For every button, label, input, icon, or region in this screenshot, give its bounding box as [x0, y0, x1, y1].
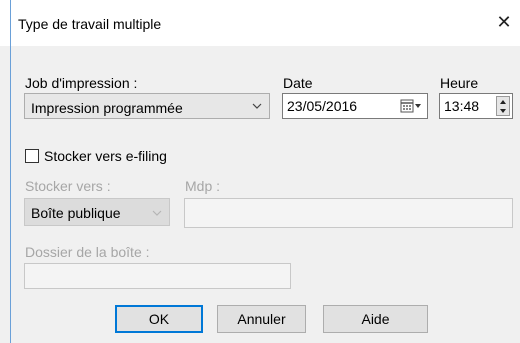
help-button[interactable]: Aide [323, 305, 428, 333]
date-value: 23/05/2016 [287, 98, 358, 114]
password-field[interactable] [184, 198, 513, 228]
folder-label: Dossier de la boîte : [25, 244, 150, 260]
dialog: Type de travail multiple ✕ Job d'impress… [0, 0, 520, 343]
window-title: Type de travail multiple [18, 16, 162, 32]
store-to-label: Stocker vers : [25, 178, 111, 194]
folder-field[interactable] [24, 263, 291, 289]
job-label: Job d'impression : [25, 75, 138, 91]
window-border [10, 0, 11, 343]
chevron-down-icon [252, 103, 262, 109]
store-to-dropdown[interactable]: Boîte publique [24, 198, 170, 226]
job-dropdown-value: Impression programmée [31, 100, 183, 116]
cancel-button[interactable]: Annuler [217, 305, 306, 333]
password-label: Mdp : [185, 178, 221, 194]
time-label: Heure [440, 75, 479, 91]
date-label: Date [283, 75, 313, 91]
spin-down-icon[interactable] [499, 107, 507, 115]
calendar-icon[interactable] [399, 97, 423, 115]
close-icon[interactable]: ✕ [492, 10, 516, 34]
efiling-checkbox[interactable] [25, 149, 39, 163]
time-value: 13:48 [444, 98, 480, 114]
store-to-value: Boîte publique [31, 205, 121, 221]
efiling-checkbox-label: Stocker vers e-filing [44, 148, 167, 164]
ok-button[interactable]: OK [115, 305, 203, 333]
title-bar: Type de travail multiple ✕ [0, 0, 520, 46]
job-dropdown[interactable]: Impression programmée [24, 93, 270, 119]
time-spinner[interactable]: 13:48 [439, 93, 513, 119]
date-picker[interactable]: 23/05/2016 [282, 93, 428, 119]
chevron-down-icon [152, 210, 162, 216]
spin-up-icon[interactable] [499, 98, 507, 106]
spin-buttons[interactable] [496, 96, 510, 116]
